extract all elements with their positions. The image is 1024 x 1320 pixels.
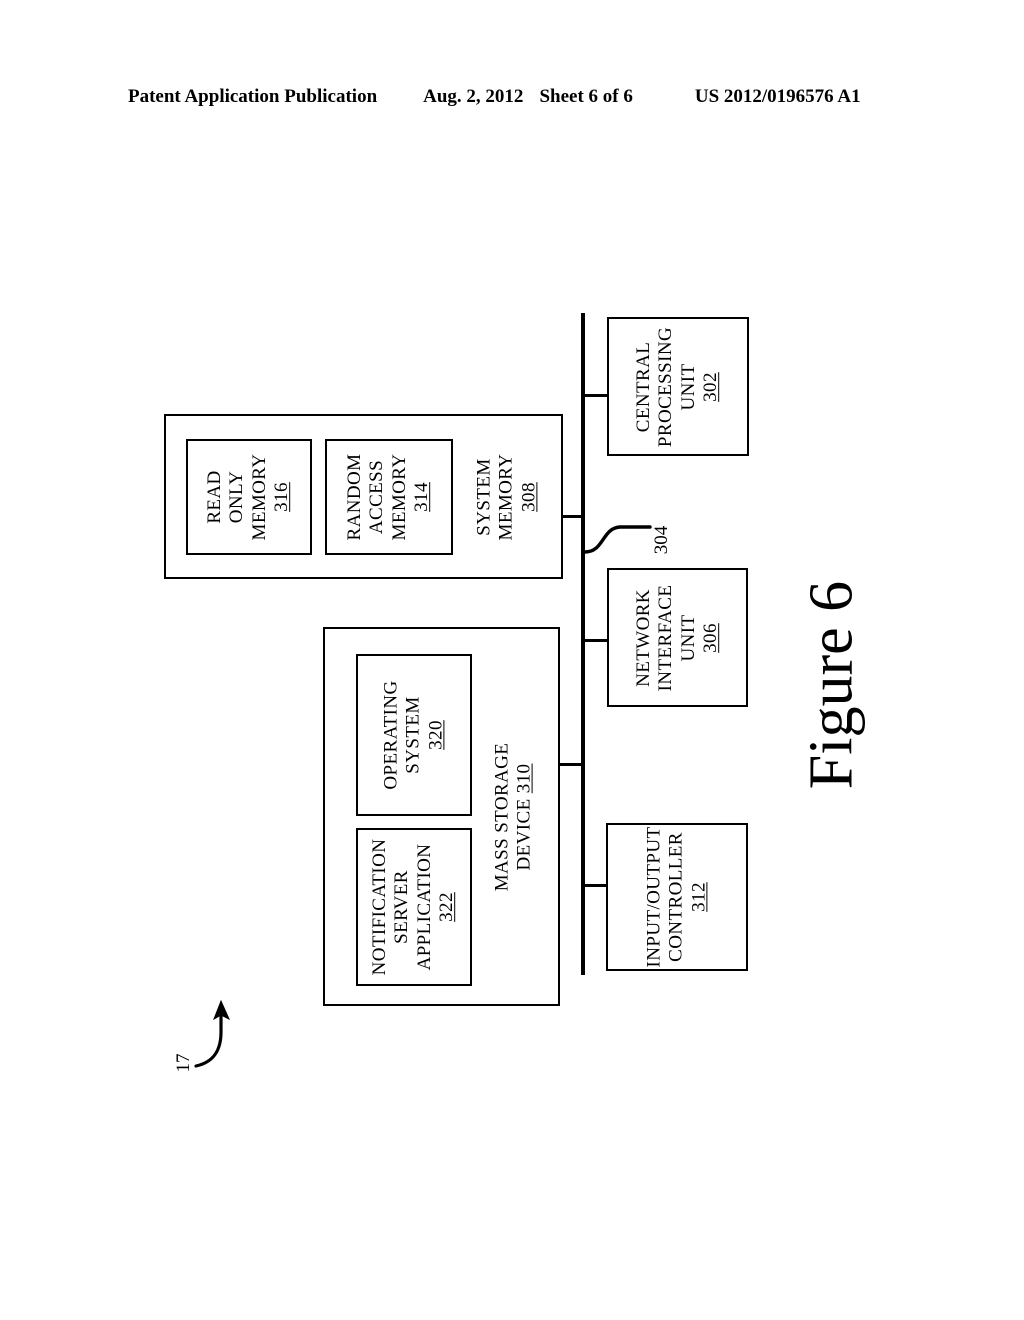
niu-reference-number: 306 (699, 622, 721, 653)
block-mass-storage-device: OPERATING SYSTEM 320 NOTIFICATION SERVER… (323, 627, 560, 1006)
figure-caption: Figure 6 (797, 580, 866, 790)
system-reference-numeral: 17 (173, 1053, 194, 1073)
ram-line-2: ACCESS (366, 459, 388, 535)
bus-stub-input-output-controller (585, 884, 608, 887)
notification-server-application-label: NOTIFICATION SERVER APPLICATION 322 (369, 839, 459, 976)
msd-reference-number: 310 (514, 763, 535, 793)
operating-system-label: OPERATING SYSTEM 320 (380, 680, 447, 789)
system-bus-line (581, 313, 585, 975)
os-reference-number: 320 (425, 720, 447, 750)
system-leader-arrowhead (213, 999, 231, 1021)
niu-line-1: NETWORK (632, 588, 654, 687)
central-processing-unit-label: CENTRAL PROCESSING UNIT 302 (633, 326, 723, 446)
bus-reference-numeral: 304 (651, 525, 672, 555)
bus-stub-mass-storage-device (559, 763, 583, 766)
network-interface-unit-label: NETWORK INTERFACE UNIT 306 (633, 584, 723, 691)
system-memory-line-2: MEMORY (495, 453, 517, 540)
mass-storage-device-label: MASS STORAGE DEVICE 310 (492, 742, 537, 891)
ram-reference-number: 314 (411, 482, 433, 512)
ioc-line-2: CONTROLLER (665, 832, 687, 962)
rom-line-2: ONLY (226, 470, 248, 524)
nsa-line-3: APPLICATION (414, 843, 435, 971)
system-memory-line-1: SYSTEM (473, 457, 495, 536)
block-central-processing-unit: CENTRAL PROCESSING UNIT 302 (607, 317, 749, 456)
header-date-label: Aug. 2, 2012 (423, 86, 524, 107)
cpu-line-2: PROCESSING (655, 326, 677, 447)
read-only-memory-label: READ ONLY MEMORY 316 (204, 454, 294, 541)
random-access-memory-label: RANDOM ACCESS MEMORY 314 (344, 454, 434, 541)
block-read-only-memory: READ ONLY MEMORY 316 (186, 439, 312, 555)
nsa-line-1: NOTIFICATION (369, 838, 391, 976)
header-patent-number: US 2012/0196576 A1 (694, 86, 861, 107)
block-input-output-controller: INPUT/OUTPUT CONTROLLER 312 (606, 823, 748, 971)
bus-stub-system-memory (562, 515, 583, 518)
niu-line-2: INTERFACE (655, 584, 677, 691)
nsa-line-2: SERVER (391, 870, 413, 944)
bus-stub-cpu (585, 394, 609, 397)
os-line-2: SYSTEM (402, 696, 424, 774)
ioc-reference-number: 312 (688, 882, 710, 912)
block-system-memory: READ ONLY MEMORY 316 RANDOM ACCESS MEMOR… (164, 414, 563, 579)
page-header: Patent Application Publication Aug. 2, 2… (128, 86, 898, 112)
rom-line-1: READ (204, 470, 226, 524)
block-network-interface-unit: NETWORK INTERFACE UNIT 306 (607, 568, 748, 707)
bus-stub-network-interface-unit (585, 639, 609, 642)
ram-line-3: MEMORY (389, 453, 410, 541)
block-notification-server-application: NOTIFICATION SERVER APPLICATION 322 (356, 828, 472, 986)
os-line-1: OPERATING (380, 680, 402, 790)
msd-line-1: MASS STORAGE (491, 742, 513, 891)
rom-reference-number: 316 (271, 482, 293, 512)
system-leader-line-17 (194, 1012, 223, 1068)
niu-line-3: UNIT (677, 614, 699, 661)
header-sheet-label: Sheet 6 of 6 (539, 86, 633, 107)
block-operating-system: OPERATING SYSTEM 320 (356, 654, 472, 816)
ram-line-1: RANDOM (344, 453, 366, 541)
nsa-reference-number: 322 (436, 892, 458, 922)
cpu-line-1: CENTRAL (633, 341, 655, 432)
header-publication-label: Patent Application Publication (128, 86, 378, 107)
block-random-access-memory: RANDOM ACCESS MEMORY 314 (325, 439, 453, 555)
input-output-controller-label: INPUT/OUTPUT CONTROLLER 312 (643, 827, 710, 968)
ioc-line-1: INPUT/OUTPUT (643, 826, 665, 968)
system-memory-label: SYSTEM MEMORY 308 (473, 453, 540, 540)
cpu-line-3: UNIT (678, 363, 699, 410)
patent-figure-page: Patent Application Publication Aug. 2, 2… (0, 0, 1024, 1320)
msd-line-2: DEVICE (514, 797, 535, 870)
cpu-reference-number: 302 (700, 371, 722, 402)
rom-line-3: MEMORY (249, 453, 270, 541)
system-memory-reference-number: 308 (518, 481, 540, 512)
bus-leader-line-304 (583, 525, 652, 554)
